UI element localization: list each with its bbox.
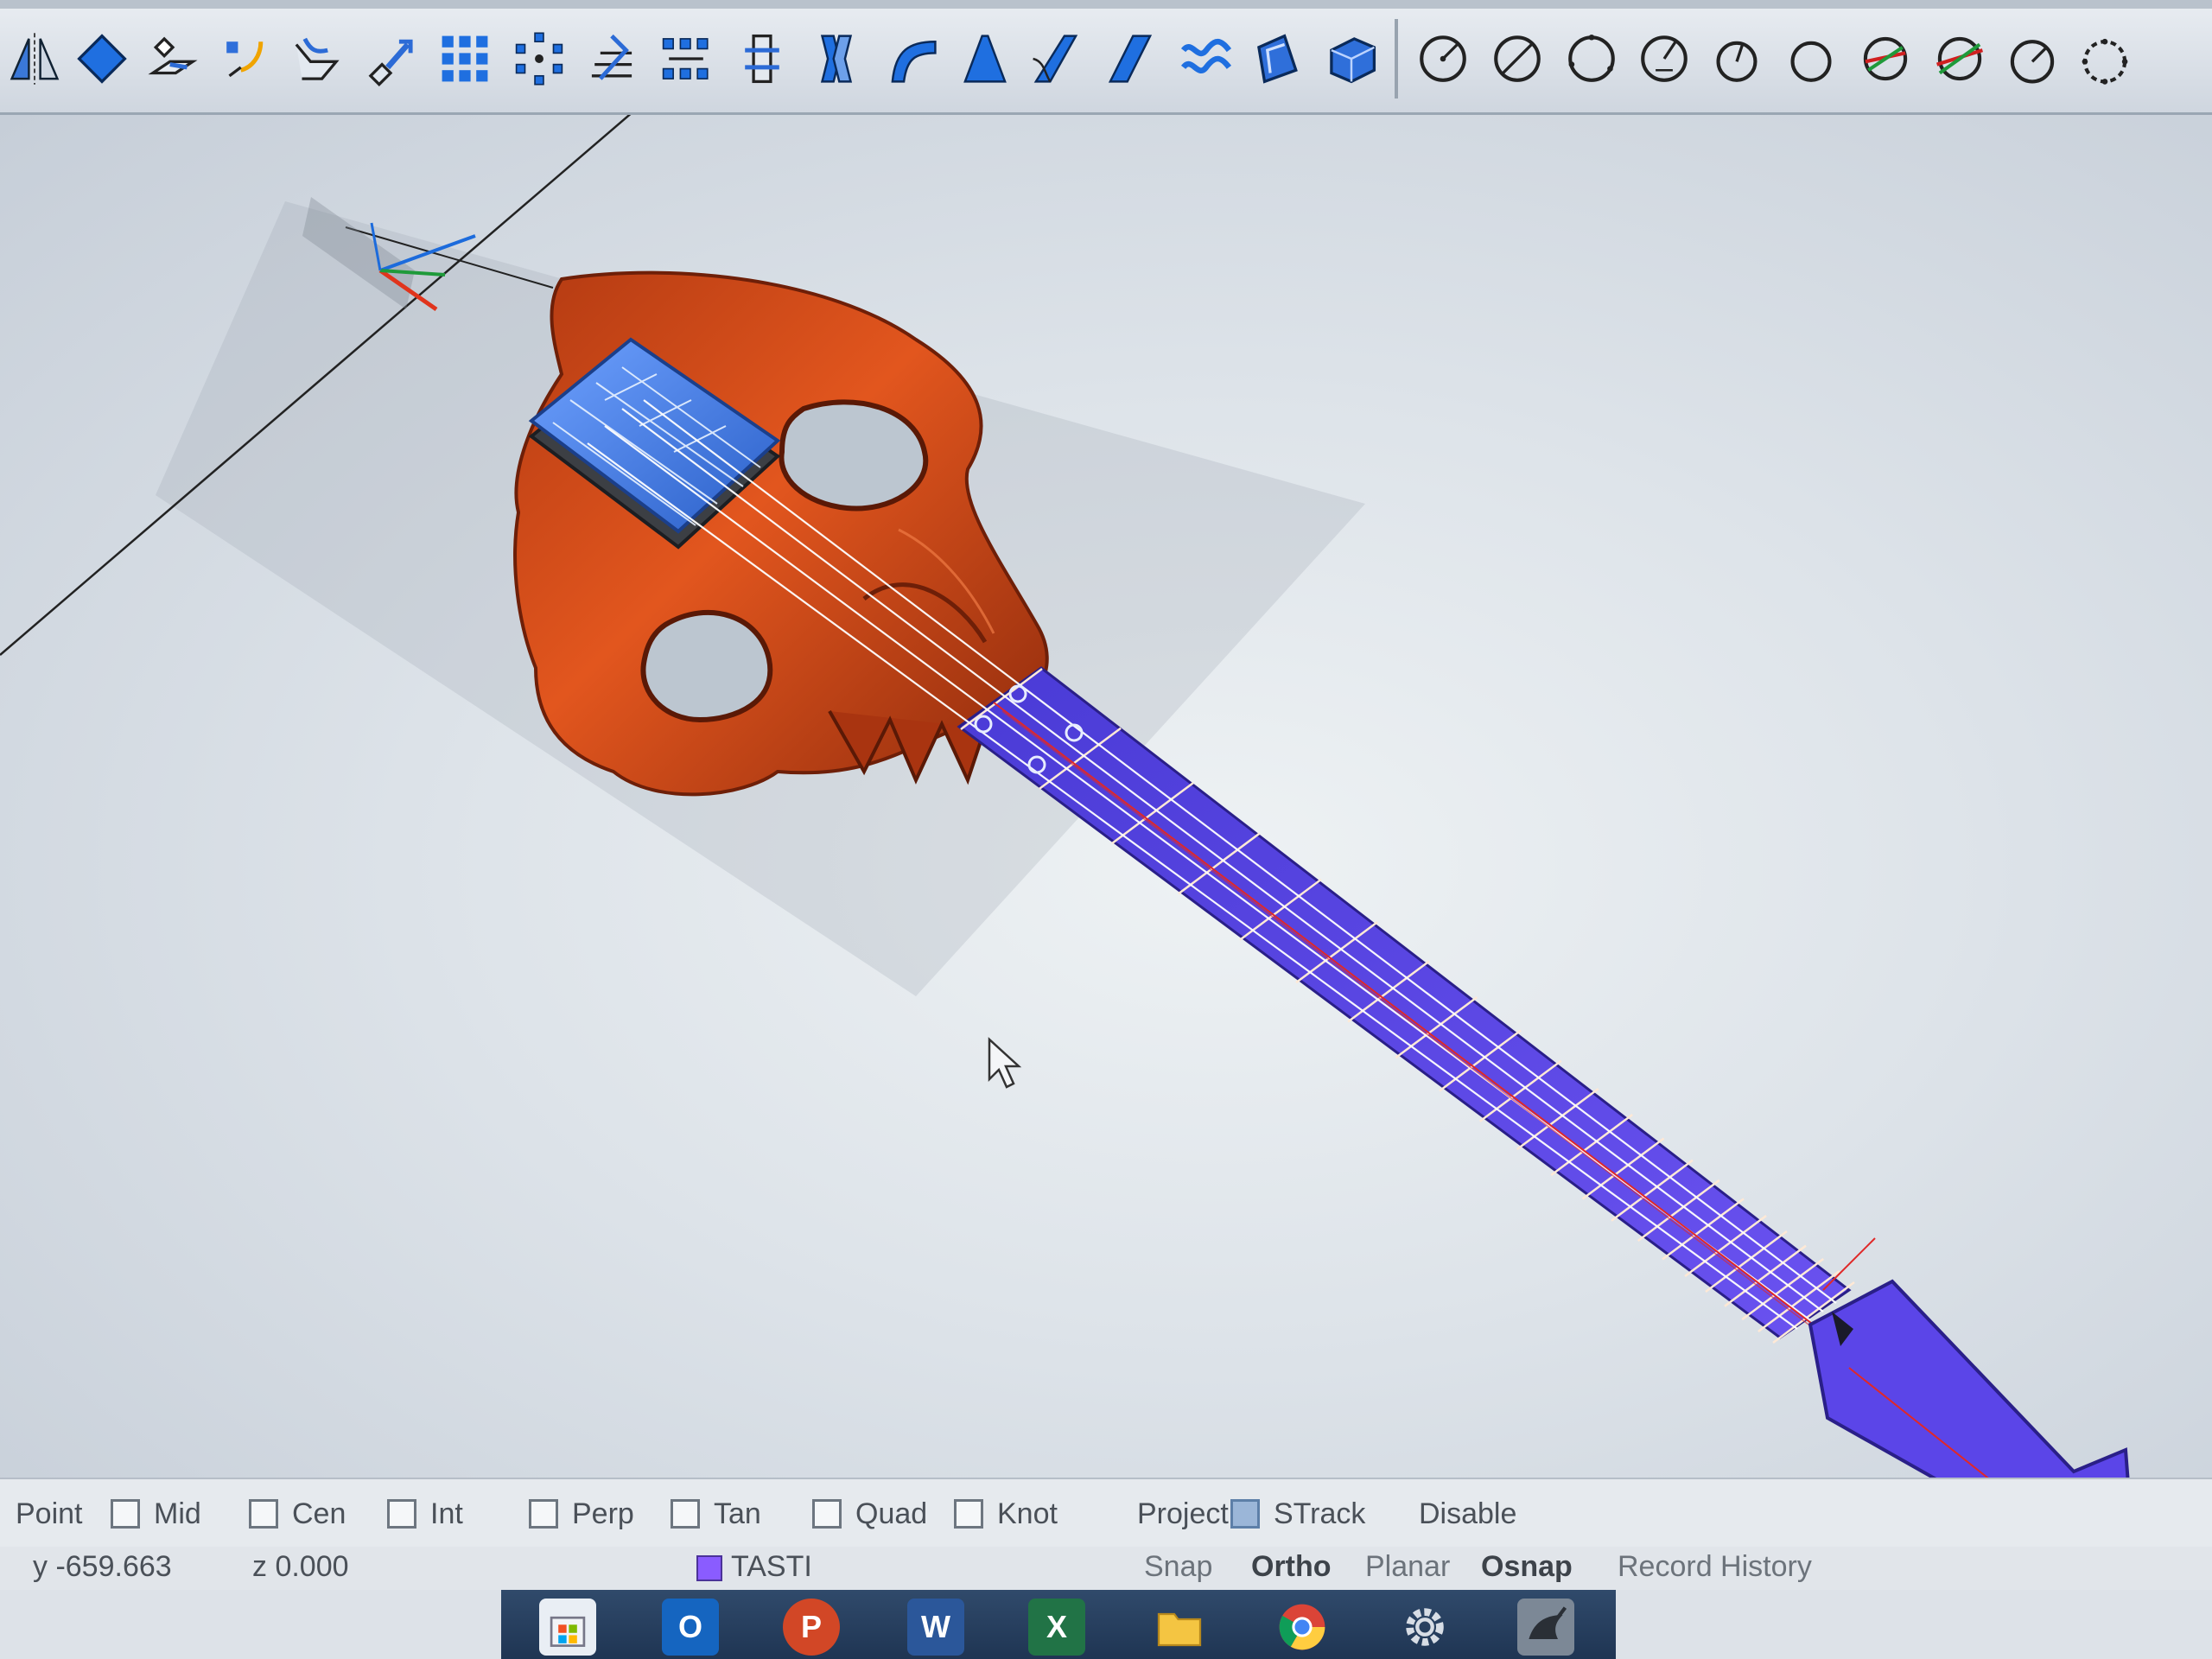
sweep-icon[interactable]: [285, 16, 347, 102]
rhino-app-icon[interactable]: [1517, 1599, 1574, 1656]
osnap-tan-checkbox[interactable]: [671, 1499, 700, 1529]
smooth-icon[interactable]: [1175, 16, 1237, 102]
array-along-curve-icon[interactable]: [655, 16, 717, 102]
circle-plain-icon[interactable]: [1780, 16, 1842, 102]
y-coordinate: y -659.663: [33, 1550, 172, 1583]
circle-center-icon[interactable]: [1412, 16, 1474, 102]
set-cplane-icon[interactable]: [142, 16, 204, 102]
mouse-cursor: [988, 1037, 1022, 1089]
circle-tangent-icon[interactable]: [1633, 16, 1695, 102]
osnap-disable[interactable]: Disable: [1419, 1495, 1516, 1533]
layer-color-swatch[interactable]: [696, 1555, 722, 1581]
record-history-pane[interactable]: Record History: [1618, 1550, 1812, 1584]
taskbar-app-strip: O P W X: [501, 1590, 1616, 1659]
array-polar-icon[interactable]: [508, 16, 570, 102]
twist-icon[interactable]: [805, 16, 868, 102]
osnap-strack-label: STrack: [1274, 1497, 1366, 1530]
file-explorer-app-icon[interactable]: [1151, 1599, 1208, 1656]
split-icon[interactable]: [731, 16, 793, 102]
osnap-pane[interactable]: Osnap: [1481, 1550, 1573, 1584]
array-grid-icon[interactable]: [434, 16, 496, 102]
osnap-project[interactable]: Project: [1137, 1495, 1229, 1533]
skull-body: [513, 270, 1049, 797]
circle-diameter-icon[interactable]: [1486, 16, 1548, 102]
planar-pane[interactable]: Planar: [1365, 1550, 1450, 1584]
osnap-mid-label: Mid: [154, 1497, 201, 1530]
circle-around-curve-icon[interactable]: [1706, 16, 1768, 102]
osnap-strack-checkbox[interactable]: [1230, 1499, 1260, 1529]
toolbar-separator: [1395, 19, 1398, 99]
osnap-cen-label: Cen: [292, 1497, 346, 1530]
osnap-project-label: Project: [1137, 1497, 1229, 1530]
circle-tangent-3-icon[interactable]: [1929, 16, 1991, 102]
store-app-icon[interactable]: [539, 1599, 596, 1656]
toolbar: [0, 0, 2212, 115]
mirror-icon[interactable]: [3, 16, 66, 102]
osnap-tan-label: Tan: [714, 1497, 761, 1530]
osnap-mid[interactable]: Mid: [111, 1495, 201, 1533]
osnap-disable-label: Disable: [1419, 1497, 1517, 1530]
z-coordinate: z 0.000: [252, 1550, 349, 1583]
settings-app-icon[interactable]: [1396, 1599, 1453, 1656]
osnap-tan[interactable]: Tan: [671, 1495, 761, 1533]
current-layer[interactable]: TASTI: [731, 1550, 812, 1584]
osnap-int[interactable]: Int: [387, 1495, 463, 1533]
circle-fit-icon[interactable]: [2001, 16, 2063, 102]
contour-icon[interactable]: [581, 16, 643, 102]
circle-vertical-icon[interactable]: [1854, 16, 1916, 102]
powerpoint-app-icon[interactable]: P: [783, 1599, 840, 1656]
osnap-int-checkbox[interactable]: [387, 1499, 416, 1529]
excel-app-icon[interactable]: X: [1028, 1599, 1085, 1656]
circle-deformable-icon[interactable]: [2074, 16, 2136, 102]
bend-icon[interactable]: [881, 16, 944, 102]
excel-glyph: X: [1046, 1609, 1067, 1644]
osnap-quad-label: Quad: [855, 1497, 928, 1530]
osnap-perp-checkbox[interactable]: [529, 1499, 558, 1529]
circle-3pt-icon[interactable]: [1560, 16, 1623, 102]
osnap-quad[interactable]: Quad: [812, 1495, 927, 1533]
guitar-model-render: [0, 115, 2130, 1478]
chrome-app-icon[interactable]: [1274, 1599, 1331, 1656]
snap-pane[interactable]: Snap: [1144, 1550, 1212, 1584]
word-glyph: W: [921, 1609, 950, 1644]
shear-icon[interactable]: [1099, 16, 1161, 102]
windows-taskbar: O P W X: [0, 1590, 2212, 1659]
diamond-solid-icon[interactable]: [71, 16, 133, 102]
osnap-knot[interactable]: Knot: [954, 1495, 1058, 1533]
cage-edit-icon[interactable]: [1248, 16, 1310, 102]
outlook-glyph: O: [677, 1609, 702, 1644]
osnap-perp-label: Perp: [572, 1497, 634, 1530]
rotate-3d-icon[interactable]: [359, 16, 422, 102]
outlook-app-icon[interactable]: O: [662, 1599, 719, 1656]
word-app-icon[interactable]: W: [907, 1599, 964, 1656]
osnap-mid-checkbox[interactable]: [111, 1499, 140, 1529]
perspective-viewport[interactable]: [0, 115, 2212, 1478]
osnap-bar: Point Mid Cen Int Perp Tan Quad Knot Pro…: [0, 1478, 2212, 1548]
ortho-pane[interactable]: Ortho: [1251, 1550, 1332, 1584]
osnap-cen[interactable]: Cen: [249, 1495, 346, 1533]
osnap-int-label: Int: [430, 1497, 463, 1530]
osnap-point[interactable]: Point: [16, 1495, 83, 1533]
osnap-cen-checkbox[interactable]: [249, 1499, 278, 1529]
osnap-quad-checkbox[interactable]: [812, 1499, 842, 1529]
flow-along-curve-icon[interactable]: [1025, 16, 1087, 102]
status-bar: y -659.663 z 0.000 TASTI Snap Ortho Plan…: [0, 1547, 2212, 1590]
osnap-point-label: Point: [16, 1497, 83, 1530]
powerpoint-glyph: P: [800, 1609, 822, 1644]
box-cage-icon[interactable]: [1320, 16, 1382, 102]
taper-icon[interactable]: [954, 16, 1016, 102]
toolbar-top-strip: [0, 0, 2212, 9]
arrowhead-tail: [1808, 1237, 2130, 1478]
osnap-perp[interactable]: Perp: [529, 1495, 634, 1533]
osnap-strack[interactable]: STrack: [1230, 1495, 1365, 1533]
extend-icon[interactable]: [213, 16, 275, 102]
osnap-knot-checkbox[interactable]: [954, 1499, 983, 1529]
osnap-knot-label: Knot: [997, 1497, 1058, 1530]
